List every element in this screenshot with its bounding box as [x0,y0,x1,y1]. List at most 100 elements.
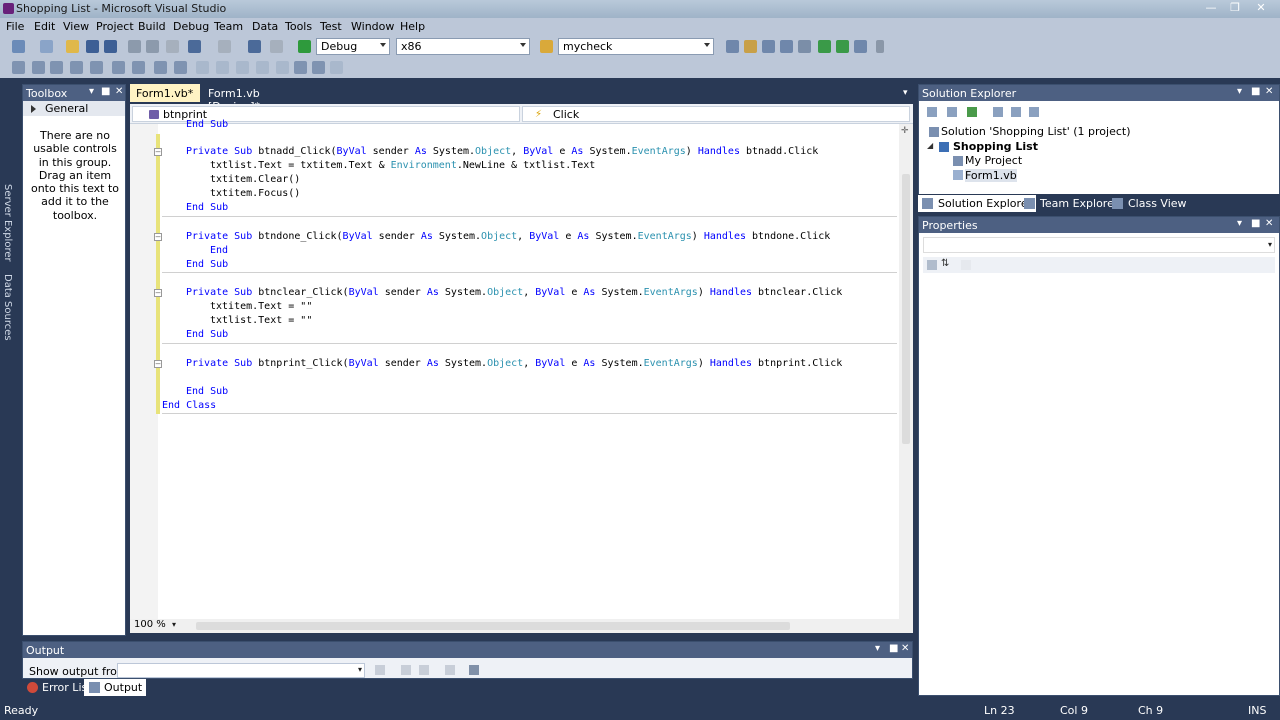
next-bookmark-icon[interactable] [236,61,249,74]
output-source-combo[interactable]: ▾ [117,663,365,678]
view-code-icon[interactable] [993,107,1003,117]
start-debugging-icon[interactable] [298,40,311,53]
solution-explorer-icon[interactable] [726,40,739,53]
paste-icon[interactable] [166,40,179,53]
toolbox-group-general[interactable]: General [23,101,125,116]
maximize-icon[interactable]: ❐ [1224,1,1246,16]
toolbox-icon[interactable] [780,40,793,53]
horizontal-scroll-thumb[interactable] [196,622,790,630]
minimize-icon[interactable]: — [1200,1,1222,16]
property-pages-icon[interactable] [961,260,971,270]
server-explorer-tab[interactable]: Server Explorer [2,184,13,262]
save-all-icon[interactable] [104,40,117,53]
pin-icon[interactable]: ■ [1251,86,1260,97]
menu-data[interactable]: Data [252,20,278,33]
tab-solution-explorer[interactable]: Solution Explorer [918,195,1037,212]
close-icon[interactable]: ✕ [1265,86,1273,97]
categorized-icon[interactable] [927,260,937,270]
parameter-info-icon[interactable] [32,61,45,74]
open-file-icon[interactable] [66,40,79,53]
vertical-scroll-thumb[interactable] [902,174,910,444]
tab-output[interactable]: Output [84,679,147,696]
list-members-icon[interactable] [12,61,25,74]
close-icon[interactable]: ✕ [1265,218,1273,229]
pin-icon[interactable]: ■ [889,643,898,654]
next-bookmark-folder-icon[interactable] [276,61,289,74]
window-position-icon[interactable]: ▾ [89,86,94,97]
undo-icon[interactable] [188,40,201,53]
bookmark-icon[interactable] [174,61,187,74]
menu-test[interactable]: Test [320,20,342,33]
cut-icon[interactable] [128,40,141,53]
close-icon[interactable]: ✕ [1250,1,1272,16]
add-item-icon[interactable] [40,40,53,53]
menu-team[interactable]: Team [214,20,243,33]
vertical-scrollbar[interactable]: ✛ [899,124,913,619]
menu-tools[interactable]: Tools [285,20,312,33]
solution-node[interactable]: Solution 'Shopping List' (1 project) [941,125,1131,138]
close-icon[interactable]: ✕ [115,86,123,97]
show-all-files-icon[interactable] [947,107,957,117]
properties-window-icon[interactable] [744,40,757,53]
zoom-level[interactable]: 100 % [134,619,166,630]
class-diagram-icon[interactable] [1029,107,1039,117]
window-position-icon[interactable]: ▾ [1237,86,1242,97]
tab-class-view[interactable]: Class View [1108,195,1191,212]
quick-info-icon[interactable] [50,61,63,74]
collapse-icon[interactable]: – [154,233,162,241]
previous-bookmark-folder-icon[interactable] [256,61,269,74]
tools-icon[interactable] [798,40,811,53]
indent-icon[interactable] [112,61,125,74]
code-editor[interactable]: End Sub – Private Sub btnadd_Click(ByVal… [130,119,913,619]
find-combo[interactable]: mycheck [558,38,714,55]
window-icon[interactable] [854,40,867,53]
menu-view[interactable]: View [63,20,89,33]
chevron-down-icon[interactable]: ▾ [172,620,176,629]
toggle-bookmark-icon[interactable] [196,61,209,74]
find-icon[interactable] [330,61,343,74]
previous-message-icon[interactable] [401,665,411,675]
uncomment-icon[interactable] [154,61,167,74]
menu-project[interactable]: Project [96,20,134,33]
platform-combo[interactable]: x86 [396,38,530,55]
collapse-icon[interactable]: – [154,360,162,368]
comment-icon[interactable] [132,61,145,74]
view-designer-icon[interactable] [1011,107,1021,117]
data-sources-tab[interactable]: Data Sources [2,274,13,341]
find-in-files-icon[interactable] [540,40,553,53]
previous-bookmark-icon[interactable] [216,61,229,74]
method-name-combo[interactable]: ⚡ Click [522,106,910,122]
navigate-backward-icon[interactable] [248,40,261,53]
code-area[interactable]: End Sub – Private Sub btnadd_Click(ByVal… [154,119,897,619]
new-project-icon[interactable] [12,40,25,53]
redo-icon[interactable] [218,40,231,53]
outdent-icon[interactable] [90,61,103,74]
menu-help[interactable]: Help [400,20,425,33]
tab-list-icon[interactable]: ▾ [903,88,908,98]
object-selector-combo[interactable]: ▾ [923,237,1275,253]
find-message-icon[interactable] [375,665,385,675]
navigate-forward-icon[interactable] [270,40,283,53]
menu-window[interactable]: Window [351,20,394,33]
toolbar-options-icon[interactable] [876,40,884,53]
save-icon[interactable] [86,40,99,53]
navigate-icon[interactable] [312,61,325,74]
project-node[interactable]: Shopping List [953,140,1038,153]
extension-manager-icon[interactable] [836,40,849,53]
properties-icon[interactable] [927,107,937,117]
object-browser-icon[interactable] [762,40,775,53]
my-project-node[interactable]: My Project [965,154,1022,167]
start-page-icon[interactable] [818,40,831,53]
alphabetical-icon[interactable]: ⇅ [941,258,949,269]
collapse-icon[interactable]: – [154,148,162,156]
menu-debug[interactable]: Debug [173,20,209,33]
collapse-icon[interactable]: – [154,289,162,297]
tab-form1-design[interactable]: Form1.vb [Design]* [202,84,292,113]
clear-all-icon[interactable] [445,665,455,675]
window-position-icon[interactable]: ▾ [1237,218,1242,229]
window-position-icon[interactable]: ▾ [875,643,880,654]
close-icon[interactable]: ✕ [901,643,909,654]
clear-bookmarks-icon[interactable] [294,61,307,74]
horizontal-scrollbar[interactable]: 100 % ▾ [130,619,913,633]
menu-edit[interactable]: Edit [34,20,55,33]
